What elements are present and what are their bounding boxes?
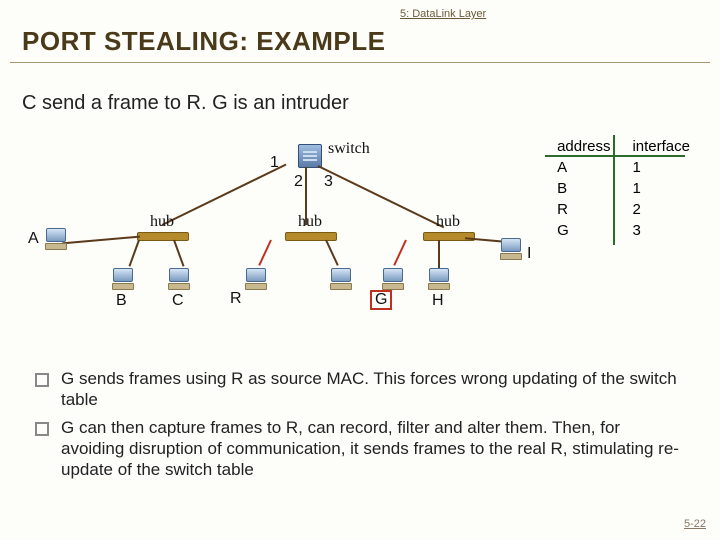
- list-item: G can then capture frames to R, can reco…: [35, 417, 680, 481]
- wire: [318, 165, 445, 228]
- table-divider: [545, 155, 685, 157]
- wire: [162, 164, 287, 226]
- wire: [438, 240, 440, 268]
- wire: [62, 236, 140, 245]
- pc-icon: [168, 268, 190, 288]
- title-divider: [10, 62, 710, 63]
- table-header-interface: interface: [622, 137, 700, 156]
- label-hub-right: hub: [436, 213, 460, 231]
- table-divider: [613, 135, 615, 245]
- bullet-list: G sends frames using R as source MAC. Th…: [35, 368, 680, 486]
- table-row: R2: [547, 200, 700, 219]
- port-3: 3: [324, 173, 333, 191]
- wire: [128, 240, 139, 267]
- table-header-address: address: [547, 137, 620, 156]
- breadcrumb: 5: DataLink Layer: [400, 8, 486, 20]
- label-hub-mid: hub: [298, 213, 322, 231]
- pc-icon: [428, 268, 450, 288]
- pc-icon: [382, 268, 404, 288]
- subtitle: C send a frame to R. G is an intruder: [22, 92, 349, 115]
- port-2: 2: [294, 173, 303, 191]
- label-switch: switch: [328, 140, 370, 158]
- table-row: G3: [547, 221, 700, 240]
- pc-icon: [45, 228, 67, 248]
- table-row: B1: [547, 179, 700, 198]
- host-g: G: [370, 290, 392, 310]
- host-r: R: [230, 290, 242, 308]
- wire: [325, 240, 339, 266]
- pc-icon: [245, 268, 267, 288]
- host-h: H: [432, 292, 444, 310]
- wire: [173, 240, 184, 267]
- host-c: C: [172, 292, 184, 310]
- pc-icon: [112, 268, 134, 288]
- wire: [258, 240, 272, 266]
- page-title: PORT STEALING: EXAMPLE: [22, 26, 385, 57]
- list-item: G sends frames using R as source MAC. Th…: [35, 368, 680, 411]
- pc-icon: [330, 268, 352, 288]
- label-hub-left: hub: [150, 213, 174, 231]
- pc-icon: [500, 238, 522, 258]
- switch-table: address interface A1 B1 R2 G3: [545, 135, 702, 242]
- host-a: A: [28, 230, 39, 248]
- hub-mid-icon: [285, 232, 337, 241]
- table-row: A1: [547, 158, 700, 177]
- bullet-text: G sends frames using R as source MAC. Th…: [61, 368, 680, 411]
- hub-left-icon: [137, 232, 189, 241]
- bullet-marker-icon: [35, 422, 49, 436]
- host-i: I: [527, 245, 531, 263]
- bullet-text: G can then capture frames to R, can reco…: [61, 417, 680, 481]
- bullet-marker-icon: [35, 373, 49, 387]
- page-number: 5-22: [684, 518, 706, 530]
- host-b: B: [116, 292, 127, 310]
- wire: [393, 240, 407, 266]
